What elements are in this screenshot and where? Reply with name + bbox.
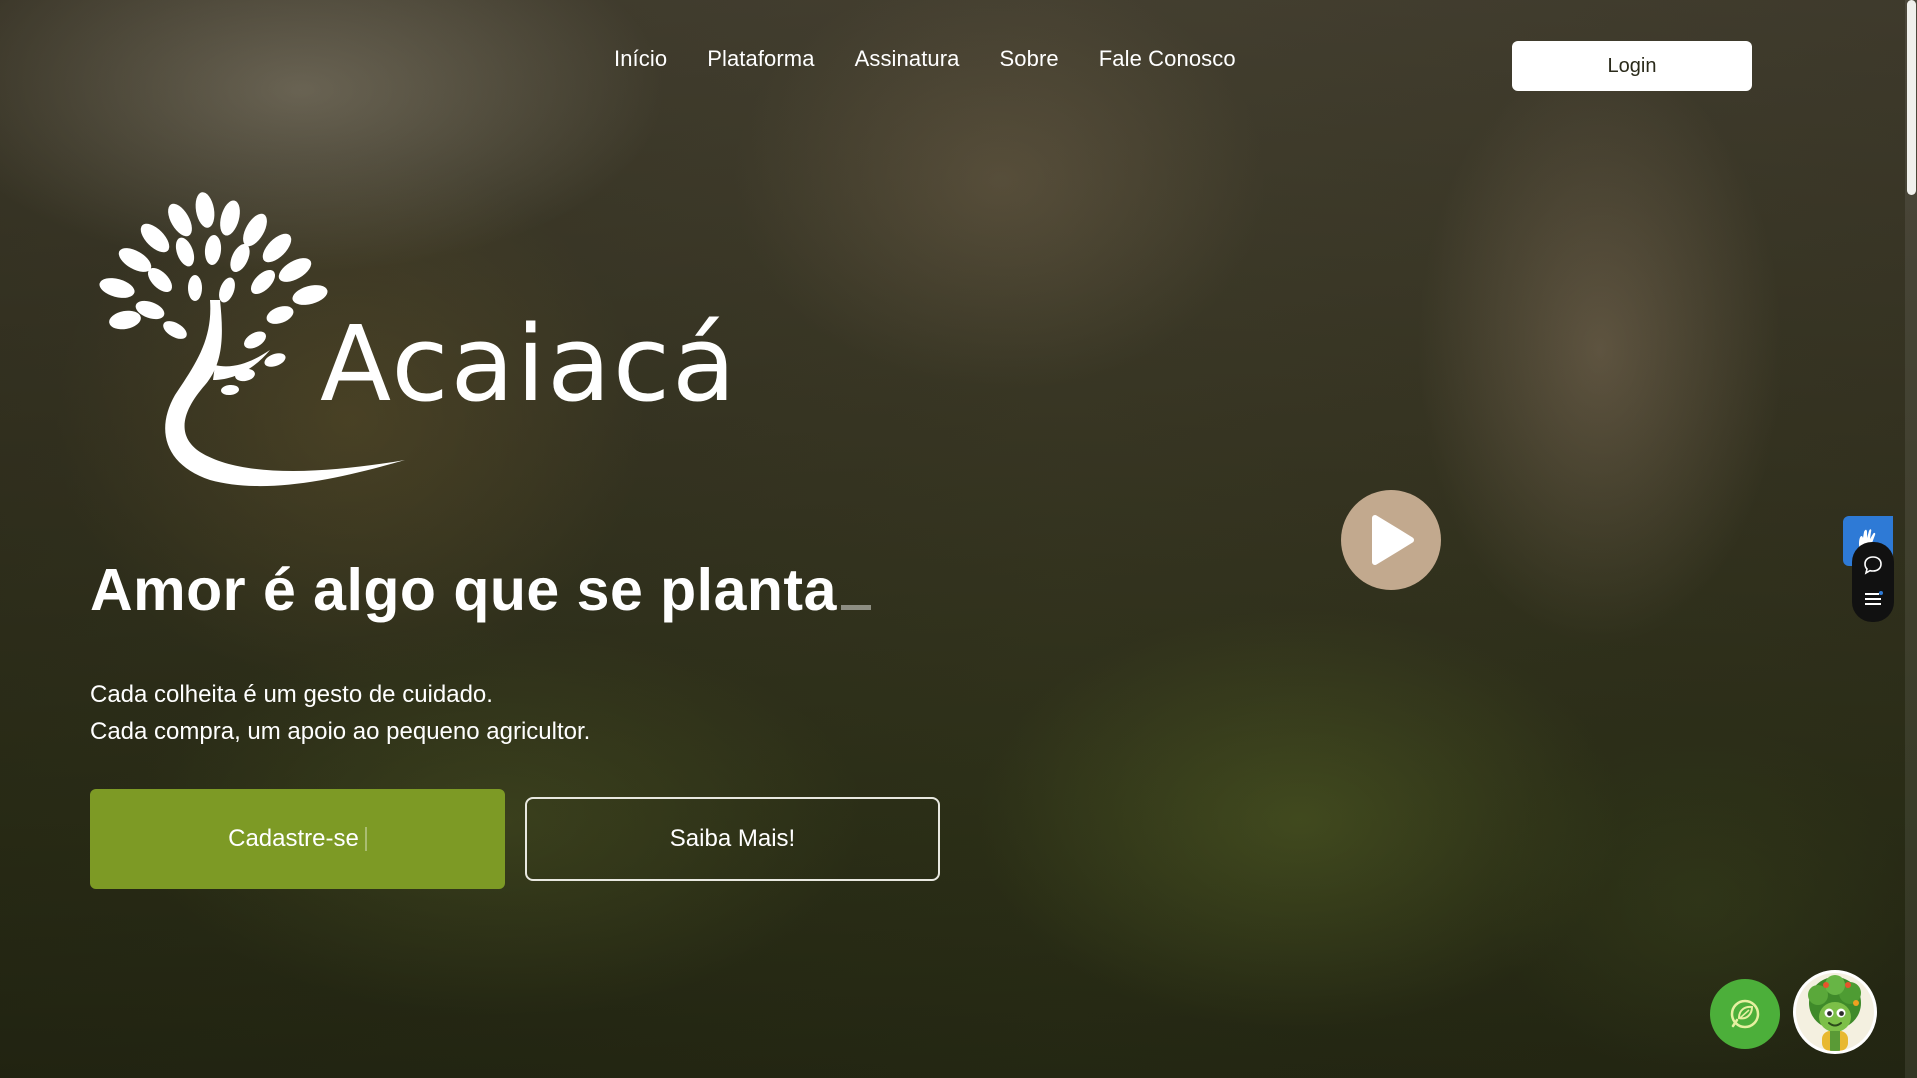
hero-headline: Amor é algo que se planta: [90, 556, 871, 624]
nav-plataforma[interactable]: Plataforma: [707, 46, 814, 72]
brand-logo: Acaiacá: [95, 190, 775, 500]
hero-headline-text: Amor é algo que se planta: [90, 557, 837, 623]
nav-inicio[interactable]: Início: [614, 46, 667, 72]
tagline-line-1: Cada colheita é um gesto de cuidado.: [90, 681, 493, 708]
landing-page: Início Plataforma Assinatura Sobre Fale …: [0, 0, 1917, 1078]
scrollbar-thumb[interactable]: [1907, 0, 1916, 195]
tree-mascot-avatar: [1808, 975, 1861, 1051]
login-button[interactable]: Login: [1512, 41, 1752, 91]
menu-lines-icon[interactable]: [1862, 588, 1884, 610]
assistant-chat-button[interactable]: [1710, 979, 1780, 1049]
typing-cursor: [840, 605, 871, 610]
chat-bubble-icon[interactable]: [1862, 554, 1884, 576]
text-caret: [364, 827, 367, 851]
tagline-line-2: Cada compra, um apoio ao pequeno agricul…: [90, 718, 591, 745]
learn-more-button[interactable]: Saiba Mais!: [525, 797, 940, 881]
brand-wordmark: Acaiacá: [320, 303, 738, 425]
leaf-chat-icon: [1730, 999, 1760, 1029]
nav-sobre[interactable]: Sobre: [1000, 46, 1059, 72]
mascot-avatar[interactable]: [1793, 970, 1877, 1054]
page-scrollbar[interactable]: [1905, 0, 1917, 1078]
hero-tagline: Cada colheita é um gesto de cuidado. Cad…: [90, 676, 590, 750]
nav-assinatura[interactable]: Assinatura: [855, 46, 960, 72]
signup-button-label: Cadastre-se: [228, 825, 359, 852]
main-nav: Início Plataforma Assinatura Sobre Fale …: [614, 46, 1236, 72]
play-icon: [1372, 515, 1414, 565]
nav-fale-conosco[interactable]: Fale Conosco: [1099, 46, 1236, 72]
background-overlay: [0, 0, 1917, 1078]
play-video-button[interactable]: [1341, 490, 1441, 590]
signup-button[interactable]: Cadastre-se: [90, 789, 505, 889]
side-widget-panel: [1852, 542, 1894, 622]
